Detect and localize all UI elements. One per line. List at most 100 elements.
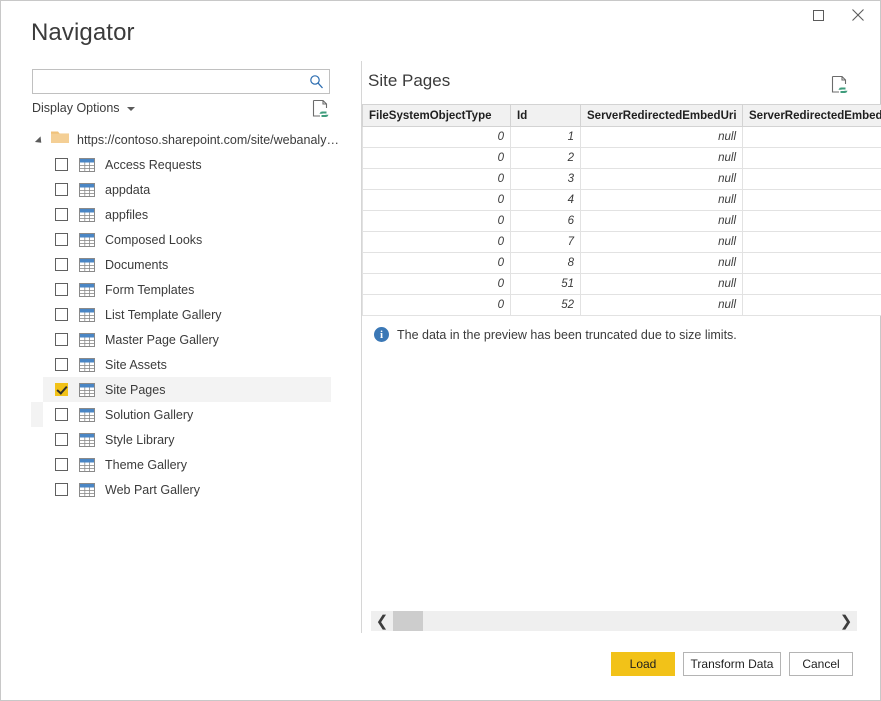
checkbox-unchecked[interactable] (55, 333, 68, 346)
checkbox-unchecked[interactable] (55, 283, 68, 296)
table-glyph (79, 283, 95, 297)
tree-item[interactable]: List Template Gallery (43, 302, 331, 327)
close-button[interactable] (843, 1, 872, 29)
table-glyph (79, 358, 95, 372)
navigator-preview-panel: Site Pages FileSystemObjectTypeIdServerR… (362, 61, 880, 636)
table-cell: null (581, 274, 743, 295)
close-icon (852, 9, 864, 21)
table-glyph (79, 208, 95, 222)
table-icon (79, 308, 95, 322)
table-cell: null (581, 169, 743, 190)
checkbox-unchecked[interactable] (55, 258, 68, 271)
table-icon (79, 333, 95, 347)
table-row[interactable]: 08null (363, 253, 881, 274)
column-header[interactable]: FileSystemObjectType (363, 105, 511, 127)
page-title: Navigator (31, 19, 135, 47)
table-row[interactable]: 02null (363, 148, 881, 169)
chevron-left-icon: ❮ (376, 612, 389, 630)
table-cell: 0 (363, 190, 511, 211)
scroll-right-button[interactable]: ❯ (835, 611, 857, 631)
checkbox-unchecked[interactable] (55, 183, 68, 196)
transform-data-button[interactable]: Transform Data (683, 652, 781, 676)
tree-item[interactable]: Master Page Gallery (43, 327, 331, 352)
table-cell: 6 (511, 211, 581, 232)
refresh-preview-icon-right[interactable] (831, 75, 849, 94)
tree-item-label: Theme Gallery (105, 458, 187, 472)
table-row[interactable]: 03null (363, 169, 881, 190)
tree-item[interactable]: Access Requests (43, 152, 331, 177)
tree-item-label: Documents (105, 258, 168, 272)
preview-header-row: FileSystemObjectTypeIdServerRedirectedEm… (363, 105, 881, 127)
search-icon[interactable] (307, 73, 325, 90)
scrollbar-thumb[interactable] (393, 611, 423, 631)
tree-item[interactable]: Site Pages (43, 377, 331, 402)
tree-item[interactable]: Solution Gallery (43, 402, 331, 427)
table-icon (79, 358, 95, 372)
horizontal-scrollbar[interactable]: ❮ ❯ (371, 611, 857, 631)
table-glyph (79, 233, 95, 247)
tree-item[interactable]: Theme Gallery (43, 452, 331, 477)
truncation-notice-text: The data in the preview has been truncat… (397, 328, 737, 342)
table-cell: null (581, 211, 743, 232)
tree-item[interactable]: Form Templates (43, 277, 331, 302)
tree-item-label: Composed Looks (105, 233, 202, 247)
table-row[interactable]: 04null (363, 190, 881, 211)
checkbox-unchecked[interactable] (55, 233, 68, 246)
dialog-footer: Load Transform Data Cancel (1, 635, 880, 700)
table-row[interactable]: 07null (363, 232, 881, 253)
table-cell (743, 295, 881, 316)
maximize-button[interactable] (804, 1, 833, 29)
tree-item[interactable]: appdata (43, 177, 331, 202)
tree-item-label: List Template Gallery (105, 308, 222, 322)
column-header[interactable]: ServerRedirectedEmbed (743, 105, 881, 127)
table-glyph (79, 308, 95, 322)
display-options-label: Display Options (32, 101, 120, 115)
table-icon (79, 233, 95, 247)
scroll-left-button[interactable]: ❮ (371, 611, 393, 631)
display-options-dropdown[interactable]: Display Options (32, 101, 135, 115)
table-icon (79, 283, 95, 297)
scrollbar-track[interactable] (393, 611, 835, 631)
table-row[interactable]: 01null (363, 127, 881, 148)
checkbox-unchecked[interactable] (55, 408, 68, 421)
table-row[interactable]: 052null (363, 295, 881, 316)
table-glyph (79, 458, 95, 472)
tree-item[interactable]: Web Part Gallery (43, 477, 331, 502)
table-row[interactable]: 051null (363, 274, 881, 295)
preview-data-grid[interactable]: FileSystemObjectTypeIdServerRedirectedEm… (362, 104, 881, 316)
table-cell (743, 148, 881, 169)
search-box[interactable] (32, 69, 330, 94)
checkbox-unchecked[interactable] (55, 158, 68, 171)
triangle-expanded-icon[interactable] (35, 136, 44, 145)
refresh-preview-icon-left[interactable] (312, 99, 330, 118)
checkbox-checked[interactable] (55, 383, 68, 396)
tree-item[interactable]: Documents (43, 252, 331, 277)
table-cell: 0 (363, 148, 511, 169)
chevron-right-icon: ❯ (840, 612, 853, 630)
table-cell (743, 274, 881, 295)
table-cell: 2 (511, 148, 581, 169)
checkbox-unchecked[interactable] (55, 358, 68, 371)
table-icon (79, 208, 95, 222)
tree-item[interactable]: Composed Looks (43, 227, 331, 252)
table-cell: null (581, 148, 743, 169)
checkbox-unchecked[interactable] (55, 458, 68, 471)
tree-item[interactable]: appfiles (43, 202, 331, 227)
column-header[interactable]: Id (511, 105, 581, 127)
table-cell (743, 211, 881, 232)
checkbox-unchecked[interactable] (55, 208, 68, 221)
checkbox-unchecked[interactable] (55, 308, 68, 321)
tree-item[interactable]: Style Library (43, 427, 331, 452)
column-header[interactable]: ServerRedirectedEmbedUri (581, 105, 743, 127)
tree-root-node[interactable]: https://contoso.sharepoint.com/site/weba… (1, 127, 359, 152)
search-glyph (309, 74, 324, 89)
checkbox-unchecked[interactable] (55, 483, 68, 496)
table-row[interactable]: 06null (363, 211, 881, 232)
table-glyph (79, 333, 95, 347)
cancel-button[interactable]: Cancel (789, 652, 853, 676)
load-button[interactable]: Load (611, 652, 675, 676)
checkbox-unchecked[interactable] (55, 433, 68, 446)
search-input[interactable] (33, 70, 305, 93)
tree-item[interactable]: Site Assets (43, 352, 331, 377)
table-icon (79, 458, 95, 472)
